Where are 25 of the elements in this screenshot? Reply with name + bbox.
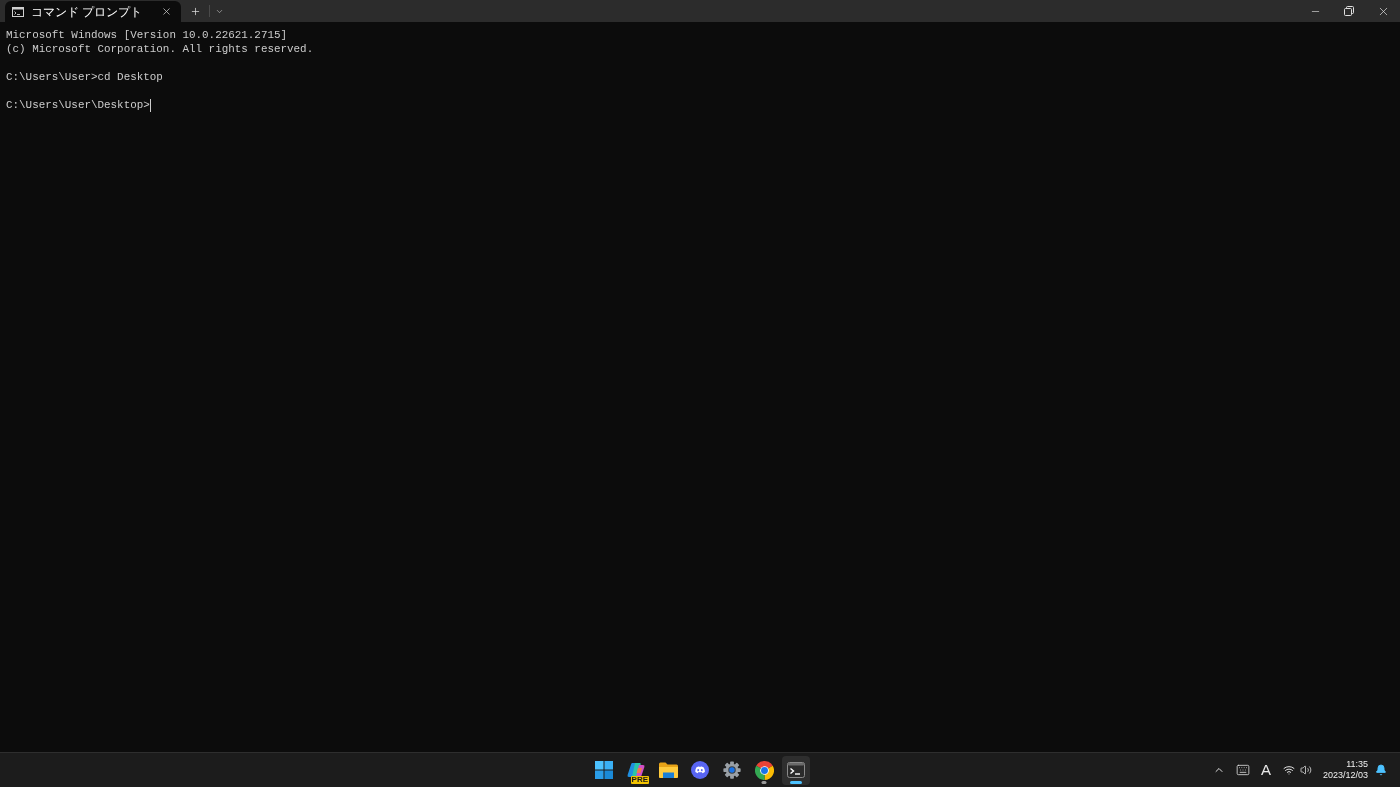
copilot-icon <box>627 762 645 778</box>
clock-button[interactable]: 11:35 2023/12/03 <box>1317 755 1371 785</box>
taskbar-app-button[interactable] <box>782 755 810 785</box>
discord-icon <box>691 761 709 779</box>
terminal-line: C:\Users\User\Desktop> <box>6 98 150 112</box>
terminal-icon <box>787 762 805 778</box>
terminal-line: (c) Microsoft Corporation. All rights reserved. <box>6 42 314 56</box>
bell-icon <box>1375 764 1387 776</box>
tab[interactable]: コマンド プロンプト <box>5 1 181 22</box>
folder-icon <box>658 762 678 778</box>
chrome-icon <box>754 760 774 780</box>
terminal-line: C:\Users\User>cd Desktop <box>6 70 163 84</box>
restore-icon <box>1344 6 1354 16</box>
keyboard-icon <box>1236 763 1250 777</box>
input-mode-button[interactable]: A <box>1255 756 1277 784</box>
terminal-line: Microsoft Windows [Version 10.0.22621.2715] <box>6 28 288 42</box>
preview-badge: PRE <box>630 776 649 784</box>
windows-logo-icon <box>595 761 613 779</box>
plus-icon <box>189 5 201 17</box>
wifi-icon <box>1282 764 1295 776</box>
console-window-icon <box>12 6 24 17</box>
volume-icon <box>1299 764 1312 776</box>
close-icon <box>160 6 172 17</box>
taskbar-app-button[interactable]: PRE <box>622 755 650 785</box>
gear-icon <box>723 761 741 779</box>
